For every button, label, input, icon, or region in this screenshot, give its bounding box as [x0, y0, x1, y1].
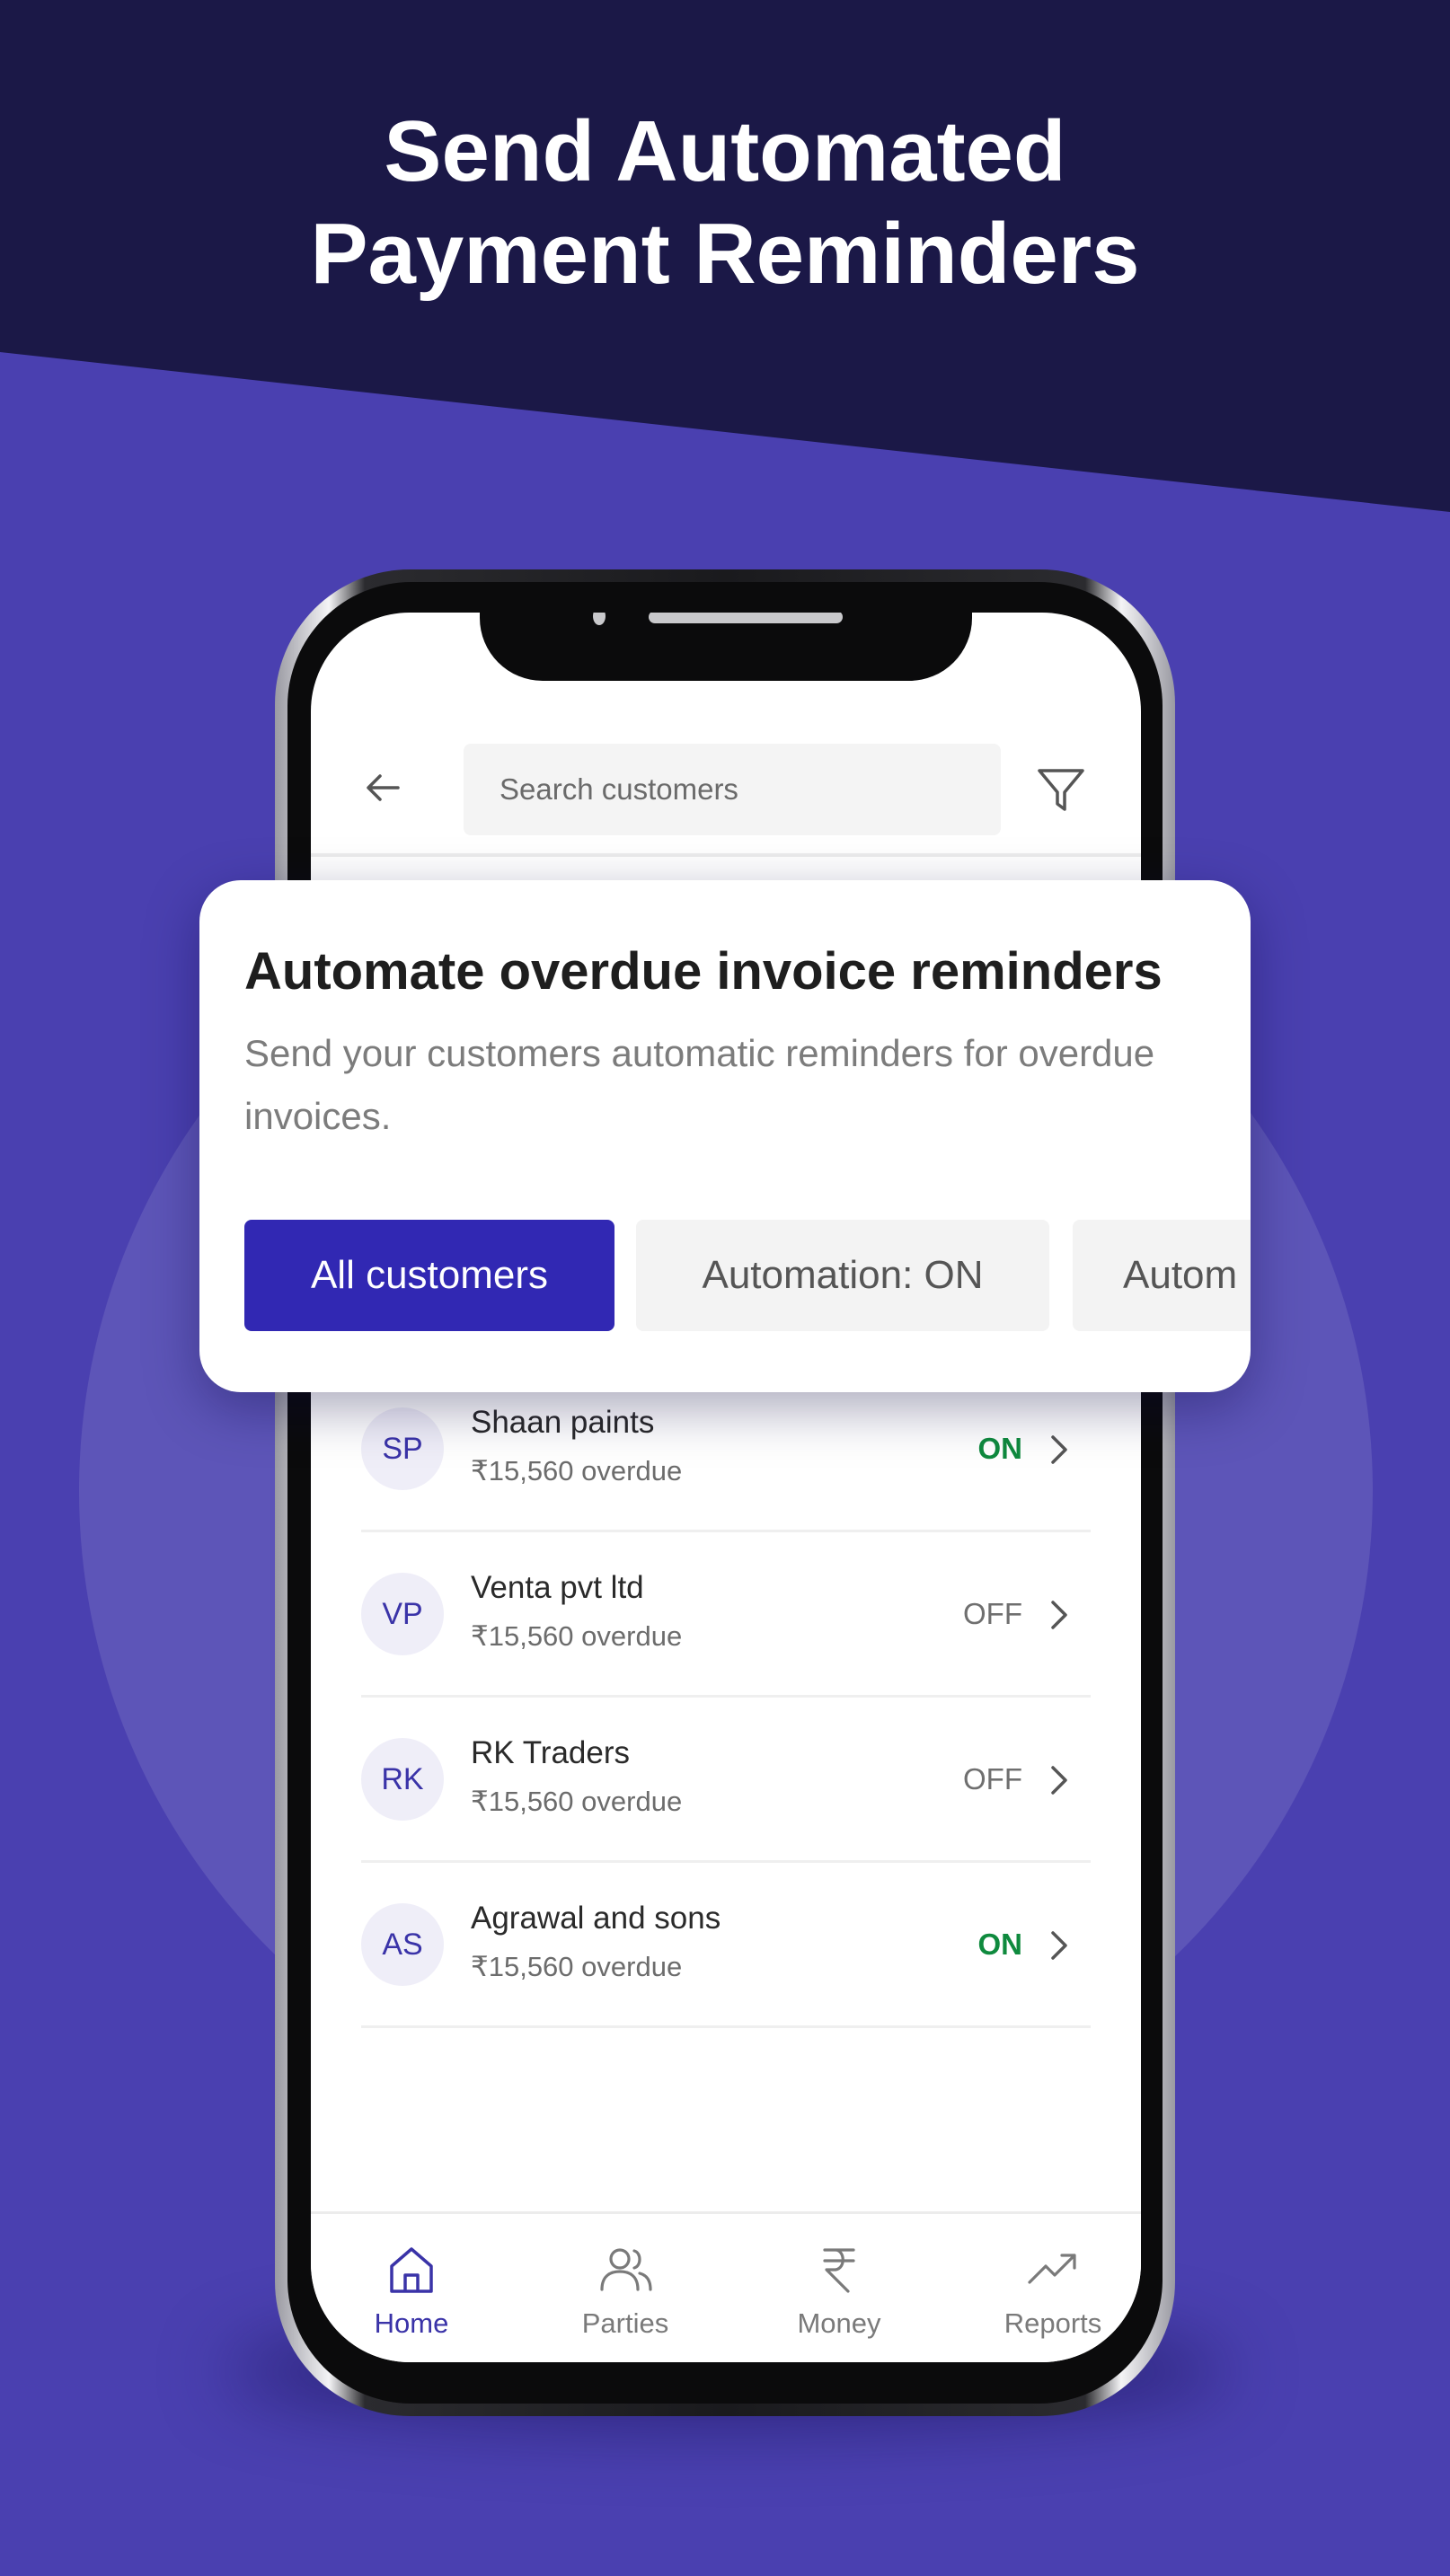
customer-name: RK Traders — [471, 1735, 630, 1770]
filter-chip-automation-on[interactable]: Automation: ON — [636, 1220, 1049, 1331]
chevron-right-icon — [1051, 1601, 1067, 1629]
filter-icon — [1038, 769, 1084, 811]
bottom-nav: Home Parties Money Reports — [311, 2211, 1141, 2362]
nav-reports[interactable]: Reports — [981, 2241, 1125, 2340]
header-divider — [311, 853, 1141, 857]
nav-label: Money — [797, 2307, 881, 2339]
people-icon — [600, 2248, 652, 2291]
chevron-right-icon — [1051, 1766, 1067, 1795]
automation-status: ON — [977, 1432, 1023, 1465]
customer-name: Agrawal and sons — [471, 1901, 721, 1936]
avatar: AS — [361, 1903, 444, 1986]
customer-row[interactable]: AS Agrawal and sons ₹15,560 overdue ON — [361, 1863, 1091, 2028]
automation-status: OFF — [963, 1762, 1022, 1795]
nav-home[interactable]: Home — [340, 2241, 483, 2340]
customer-name: Shaan paints — [471, 1405, 655, 1440]
customer-list: SP Shaan paints ₹15,560 overdue ON VP Ve… — [361, 1367, 1091, 2028]
phone-screen: SP Shaan paints ₹15,560 overdue ON VP Ve… — [311, 613, 1141, 2362]
phone-notch — [480, 613, 972, 681]
avatar: RK — [361, 1738, 444, 1821]
filter-button[interactable] — [1030, 758, 1092, 821]
overdue-amount: ₹15,560 overdue — [471, 1455, 683, 1486]
avatar: SP — [361, 1407, 444, 1490]
automation-status: ON — [977, 1928, 1023, 1961]
rupee-icon — [823, 2248, 855, 2293]
speaker-grille — [649, 613, 843, 623]
overdue-amount: ₹15,560 overdue — [471, 1620, 683, 1652]
customer-row[interactable]: VP Venta pvt ltd ₹15,560 overdue OFF — [361, 1532, 1091, 1698]
customer-row[interactable]: RK RK Traders ₹15,560 overdue OFF — [361, 1698, 1091, 1863]
nav-label: Home — [374, 2307, 449, 2339]
search-field[interactable] — [464, 744, 1001, 835]
home-icon — [390, 2247, 433, 2293]
headline-line-2: Payment Reminders — [310, 206, 1140, 302]
filter-chip-all-customers[interactable]: All customers — [244, 1220, 614, 1331]
nav-label: Parties — [581, 2307, 669, 2339]
customer-name: Venta pvt ltd — [471, 1570, 644, 1605]
chevron-right-icon — [1051, 1931, 1067, 1960]
headline-line-1: Send Automated — [384, 103, 1066, 199]
overdue-amount: ₹15,560 overdue — [471, 1951, 683, 1982]
camera-icon — [593, 613, 606, 625]
arrow-left-icon — [367, 774, 400, 801]
automation-card: Automate overdue invoice reminders Send … — [199, 880, 1251, 1392]
trending-up-icon — [1028, 2254, 1076, 2284]
search-header — [311, 738, 1141, 837]
search-input[interactable] — [464, 744, 1001, 835]
chevron-right-icon — [1051, 1435, 1067, 1464]
overdue-amount: ₹15,560 overdue — [471, 1786, 683, 1817]
back-button[interactable] — [356, 760, 411, 816]
nav-money[interactable]: Money — [767, 2241, 911, 2340]
automation-status: OFF — [963, 1597, 1022, 1630]
headline: Send Automated Payment Reminders — [0, 101, 1450, 305]
card-title: Automate overdue invoice reminders — [244, 942, 1163, 1001]
nav-label: Reports — [1004, 2307, 1102, 2339]
nav-parties[interactable]: Parties — [553, 2241, 697, 2340]
card-description: Send your customers automatic reminders … — [244, 1032, 1155, 1137]
avatar: VP — [361, 1573, 444, 1655]
filter-chip-automation-off[interactable]: Autom — [1073, 1220, 1251, 1331]
